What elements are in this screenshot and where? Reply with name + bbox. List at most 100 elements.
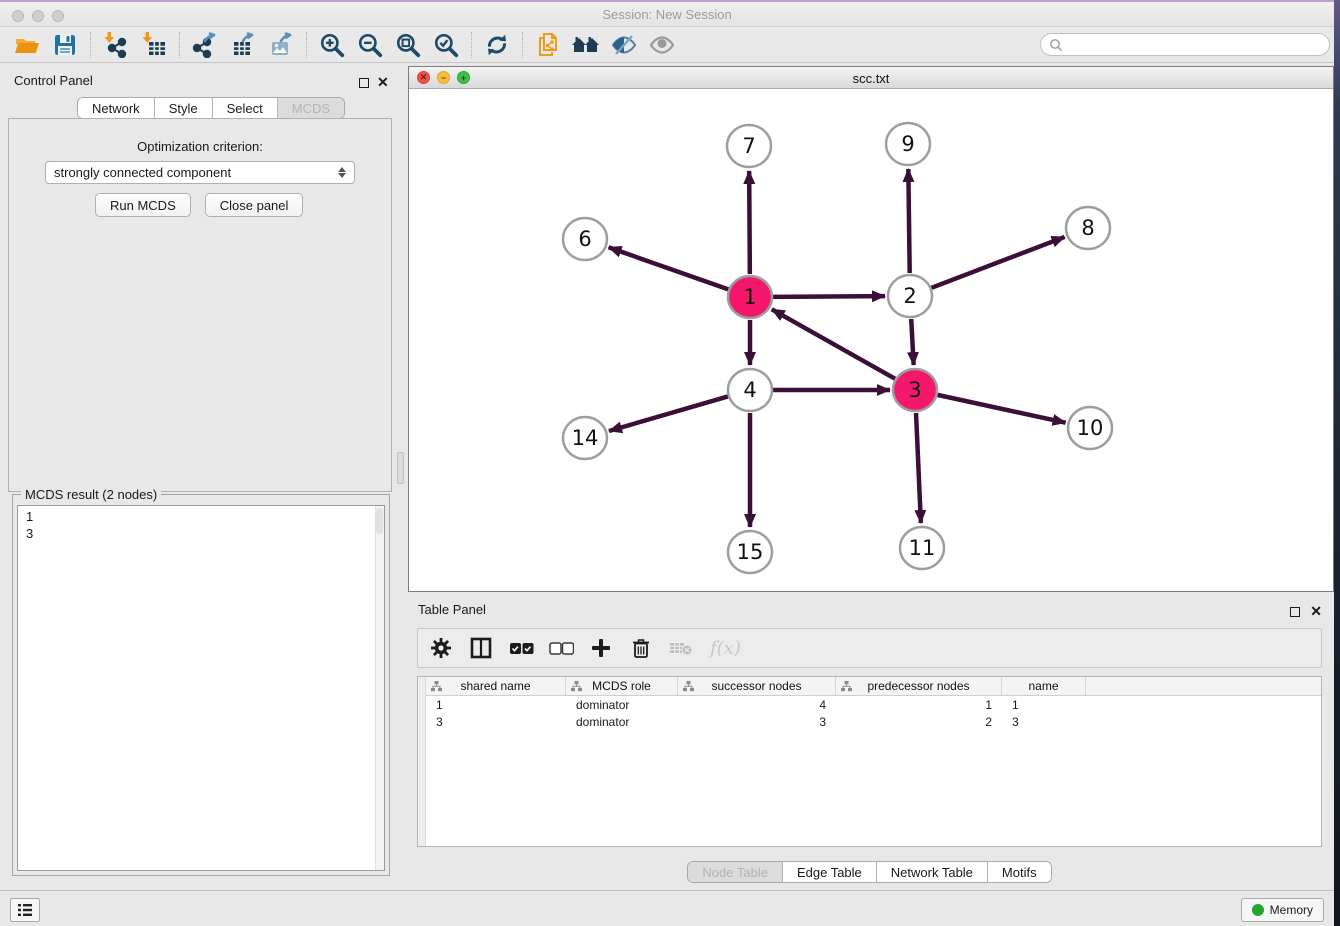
mcds-result-title: MCDS result (2 nodes) bbox=[21, 487, 161, 502]
column-header-MCDS-role[interactable]: MCDS role bbox=[566, 677, 678, 695]
column-header-successor-nodes[interactable]: successor nodes bbox=[678, 677, 836, 695]
network-canvas[interactable]: 7 9 6 8 1 2 4 3 14 10 15 11 bbox=[409, 89, 1333, 591]
columns-icon[interactable] bbox=[468, 633, 494, 663]
float-panel-icon[interactable] bbox=[359, 76, 369, 91]
column-header-predecessor-nodes[interactable]: predecessor nodes bbox=[836, 677, 1002, 695]
memory-status-icon bbox=[1252, 904, 1264, 916]
zoom-out-icon[interactable] bbox=[351, 30, 389, 60]
graph-node-1[interactable]: 1 bbox=[728, 276, 772, 318]
tab-style[interactable]: Style bbox=[155, 98, 213, 118]
graph-node-14[interactable]: 14 bbox=[563, 417, 607, 459]
graph-edge-4-14[interactable] bbox=[609, 396, 728, 431]
graph-node-11[interactable]: 11 bbox=[900, 527, 944, 569]
network-window-title: scc.txt bbox=[409, 71, 1333, 86]
run-mcds-button[interactable]: Run MCDS bbox=[95, 193, 191, 217]
deselect-all-icon[interactable] bbox=[548, 633, 574, 663]
graph-edge-2-3[interactable] bbox=[911, 319, 913, 365]
search-field[interactable] bbox=[1040, 33, 1330, 56]
open-session-icon[interactable] bbox=[8, 30, 46, 60]
toolbar-separator bbox=[179, 32, 180, 58]
graph-node-2[interactable]: 2 bbox=[888, 275, 932, 317]
tab-network-table[interactable]: Network Table bbox=[877, 862, 988, 882]
optimization-criterion-label: Optimization criterion: bbox=[9, 139, 391, 154]
save-session-icon[interactable] bbox=[46, 30, 84, 60]
graph-node-6[interactable]: 6 bbox=[563, 218, 607, 260]
delete-table-icon bbox=[668, 633, 694, 663]
network-canvas-svg[interactable]: 7 9 6 8 1 2 4 3 14 10 15 11 bbox=[409, 89, 1333, 591]
network-window: ✕ − + scc.txt 7 9 6 8 1 2 4 3 14 10 15 11 bbox=[408, 66, 1334, 592]
add-row-icon[interactable] bbox=[588, 633, 614, 663]
tab-network[interactable]: Network bbox=[78, 98, 155, 118]
graph-edge-1-7[interactable] bbox=[749, 171, 750, 274]
close-panel-button[interactable]: Close panel bbox=[205, 193, 304, 217]
memory-button[interactable]: Memory bbox=[1241, 898, 1324, 922]
control-panel-tabs: Network Style Select MCDS bbox=[77, 97, 345, 119]
table-cell: 2 bbox=[836, 715, 1002, 729]
clone-network-icon[interactable] bbox=[529, 30, 567, 60]
float-table-panel-icon[interactable] bbox=[1290, 605, 1300, 620]
result-scrollbar[interactable] bbox=[375, 506, 384, 870]
table-toolbar: f(x) bbox=[417, 628, 1322, 668]
table-row[interactable]: 3dominator323 bbox=[426, 713, 1321, 730]
graph-edge-3-10[interactable] bbox=[937, 395, 1065, 423]
zoom-fit-icon[interactable] bbox=[389, 30, 427, 60]
table-cell: 1 bbox=[836, 698, 1002, 712]
close-panel-icon[interactable]: ✕ bbox=[377, 75, 389, 90]
graph-node-15[interactable]: 15 bbox=[728, 531, 772, 573]
node-table: shared nameMCDS rolesuccessor nodesprede… bbox=[417, 676, 1322, 847]
home-icon[interactable] bbox=[567, 30, 605, 60]
graph-node-9[interactable]: 9 bbox=[886, 123, 930, 165]
table-cell: dominator bbox=[566, 715, 678, 729]
column-header-name[interactable]: name bbox=[1002, 677, 1086, 695]
graph-edge-1-2[interactable] bbox=[773, 296, 885, 297]
graph-node-8[interactable]: 8 bbox=[1066, 207, 1110, 249]
close-table-panel-icon[interactable]: ✕ bbox=[1310, 604, 1322, 619]
graph-edge-2-8[interactable] bbox=[931, 237, 1064, 288]
control-panel: Control Panel ✕ Network Style Select MCD… bbox=[0, 63, 400, 890]
import-network-icon[interactable] bbox=[97, 30, 135, 60]
tab-motifs[interactable]: Motifs bbox=[988, 862, 1051, 882]
tab-edge-table[interactable]: Edge Table bbox=[783, 862, 877, 882]
svg-text:15: 15 bbox=[737, 540, 764, 564]
mcds-result-text[interactable]: 1 3 bbox=[17, 505, 385, 871]
zoom-in-icon[interactable] bbox=[313, 30, 351, 60]
graph-edge-3-11[interactable] bbox=[916, 413, 921, 523]
table-row[interactable]: 1dominator411 bbox=[426, 696, 1321, 713]
graph-node-7[interactable]: 7 bbox=[727, 125, 771, 167]
task-history-button[interactable] bbox=[10, 898, 40, 922]
tab-mcds[interactable]: MCDS bbox=[278, 98, 344, 118]
tab-select[interactable]: Select bbox=[213, 98, 278, 118]
graph-node-4[interactable]: 4 bbox=[728, 369, 772, 411]
settings-gear-icon[interactable] bbox=[428, 633, 454, 663]
export-network-icon[interactable] bbox=[186, 30, 224, 60]
network-window-titlebar[interactable]: ✕ − + scc.txt bbox=[409, 67, 1333, 89]
column-header-shared-name[interactable]: shared name bbox=[426, 677, 566, 695]
graph-node-10[interactable]: 10 bbox=[1068, 407, 1112, 449]
hide-selected-icon[interactable] bbox=[605, 30, 643, 60]
vertical-splitter-handle[interactable] bbox=[397, 452, 404, 484]
search-input[interactable] bbox=[1063, 38, 1329, 52]
select-all-icon[interactable] bbox=[508, 633, 534, 663]
svg-text:7: 7 bbox=[742, 134, 755, 158]
export-table-icon[interactable] bbox=[224, 30, 262, 60]
export-image-icon[interactable] bbox=[262, 30, 300, 60]
svg-text:11: 11 bbox=[909, 536, 936, 560]
graph-edge-2-9[interactable] bbox=[908, 169, 909, 273]
criterion-select[interactable]: strongly connected component bbox=[45, 161, 355, 184]
graph-edge-1-6[interactable] bbox=[609, 247, 729, 289]
import-table-icon[interactable] bbox=[135, 30, 173, 60]
tab-node-table[interactable]: Node Table bbox=[688, 862, 783, 882]
zoom-selected-icon[interactable] bbox=[427, 30, 465, 60]
table-panel-title: Table Panel bbox=[418, 602, 486, 617]
table-header-row: shared nameMCDS rolesuccessor nodesprede… bbox=[426, 677, 1321, 696]
table-cell: 1 bbox=[426, 698, 566, 712]
delete-row-icon[interactable] bbox=[628, 633, 654, 663]
list-icon bbox=[17, 903, 33, 917]
memory-label: Memory bbox=[1270, 903, 1313, 917]
graph-edge-3-1[interactable] bbox=[772, 309, 895, 378]
show-all-icon[interactable] bbox=[643, 30, 681, 60]
main-toolbar-icons bbox=[8, 30, 681, 60]
refresh-icon[interactable] bbox=[478, 30, 516, 60]
graph-node-3[interactable]: 3 bbox=[893, 369, 937, 411]
toolbar-separator bbox=[471, 32, 472, 58]
